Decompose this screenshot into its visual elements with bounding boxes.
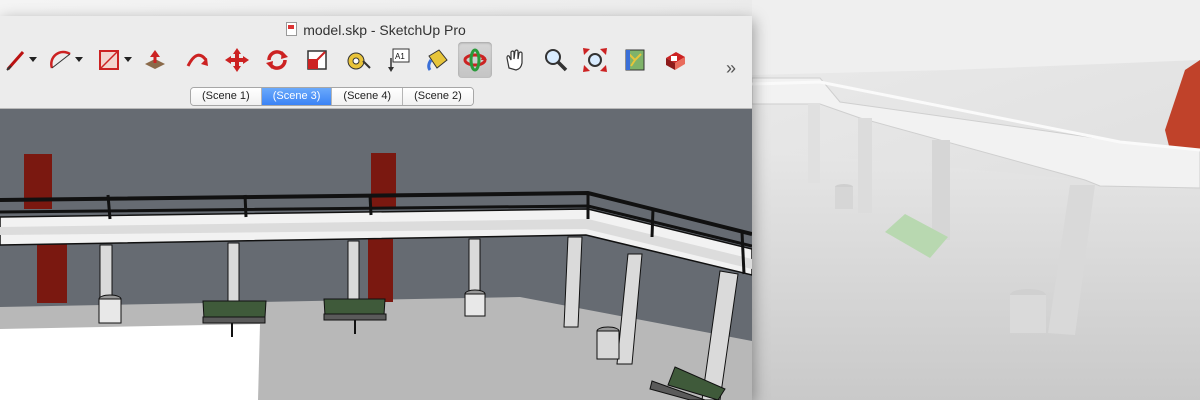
- rectangle-icon[interactable]: [92, 42, 126, 78]
- door: [368, 237, 393, 302]
- push-pull-icon[interactable]: [138, 42, 172, 78]
- scale-icon[interactable]: [300, 42, 334, 78]
- trash-can: [596, 326, 620, 360]
- zoom-icon[interactable]: [538, 42, 572, 78]
- text-tool-label: A1: [395, 52, 405, 61]
- arc-icon[interactable]: [44, 42, 78, 78]
- chevron-down-icon[interactable]: [123, 42, 133, 78]
- zoom-extents-icon[interactable]: [578, 42, 612, 78]
- warehouse-icon[interactable]: [658, 42, 692, 78]
- move-icon[interactable]: [220, 42, 254, 78]
- follow-me-icon[interactable]: [180, 42, 214, 78]
- door: [37, 243, 67, 303]
- pan-icon[interactable]: [498, 42, 532, 78]
- trash-can: [464, 289, 486, 317]
- scene-tabs: (Scene 1) (Scene 3) (Scene 4) (Scene 2): [190, 87, 474, 106]
- door: [371, 153, 396, 208]
- model-viewport[interactable]: [0, 109, 752, 400]
- orbit-icon[interactable]: [458, 42, 492, 78]
- chevron-down-icon[interactable]: [74, 42, 84, 78]
- paint-bucket-icon[interactable]: [420, 42, 454, 78]
- scene-tab-bar: (Scene 1) (Scene 3) (Scene 4) (Scene 2): [0, 84, 752, 109]
- trash-can: [98, 294, 122, 324]
- toolbar-overflow-button[interactable]: »: [726, 58, 736, 79]
- toolbar: A1 »: [0, 40, 752, 84]
- tab-scene-3[interactable]: (Scene 3): [261, 88, 333, 105]
- rotate-icon[interactable]: [260, 42, 294, 78]
- title-bar: model.skp - SketchUp Pro: [0, 16, 752, 42]
- text-icon[interactable]: A1: [381, 42, 415, 78]
- sketchup-window: model.skp - SketchUp Pro A1 » (Scene 1) …: [0, 16, 752, 400]
- window-title: model.skp - SketchUp Pro: [303, 22, 466, 38]
- tab-scene-4[interactable]: (Scene 4): [332, 88, 404, 105]
- tab-scene-2[interactable]: (Scene 2): [403, 88, 473, 105]
- add-location-icon[interactable]: [618, 42, 652, 78]
- chevron-down-icon[interactable]: [28, 42, 38, 78]
- tape-measure-icon[interactable]: [342, 42, 376, 78]
- tab-scene-1[interactable]: (Scene 1): [191, 88, 262, 105]
